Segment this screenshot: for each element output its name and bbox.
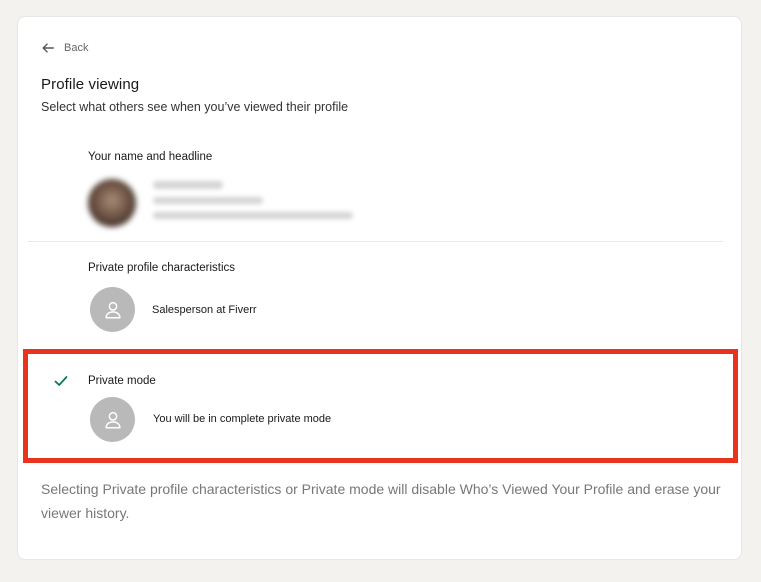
- blurred-details: [153, 212, 353, 219]
- person-silhouette-icon: [104, 411, 121, 429]
- page-subtitle: Select what others see when you’ve viewe…: [41, 100, 349, 114]
- option-description: You will be in complete private mode: [153, 413, 332, 425]
- option-label: Private profile characteristics: [88, 262, 235, 274]
- back-label: Back: [64, 42, 89, 54]
- back-button[interactable]: Back: [41, 41, 88, 55]
- avatar: [90, 397, 135, 442]
- option-private-profile-characteristics[interactable]: Private profile characteristics Salesper…: [28, 254, 723, 346]
- blurred-name: [153, 181, 223, 189]
- option-name-and-headline[interactable]: Your name and headline: [28, 141, 723, 242]
- option-label: Private mode: [88, 375, 156, 387]
- option-private-mode[interactable]: Private mode You will be in complete pri…: [23, 349, 738, 463]
- profile-photo: [88, 179, 136, 227]
- option-label: Your name and headline: [88, 151, 213, 163]
- arrow-left-icon: [42, 43, 54, 53]
- page-title: Profile viewing: [41, 76, 140, 93]
- avatar: [90, 287, 135, 332]
- blurred-headline: [153, 197, 263, 204]
- person-silhouette-icon: [104, 301, 121, 319]
- disclaimer-text: Selecting Private profile characteristic…: [41, 481, 721, 521]
- checkmark-icon: [54, 376, 68, 386]
- option-description: Salesperson at Fiverr: [152, 304, 257, 316]
- settings-card: Back Profile viewing Select what others …: [17, 16, 742, 560]
